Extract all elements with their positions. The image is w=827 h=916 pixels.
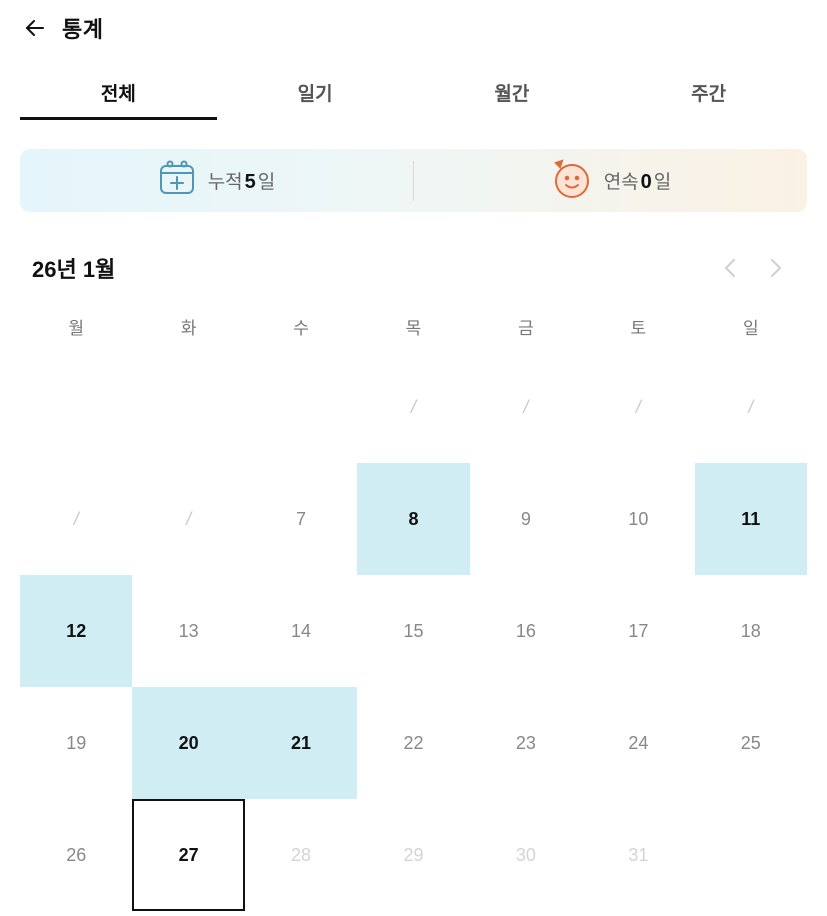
calendar-cell-empty bbox=[20, 351, 132, 463]
calendar-day[interactable]: 22 bbox=[357, 687, 469, 799]
calendar-day[interactable]: 8 bbox=[357, 463, 470, 575]
summary-card: 누적 5 일 연속 0 일 bbox=[20, 149, 807, 212]
streak-unit: 일 bbox=[653, 172, 672, 193]
arrow-left-icon[interactable] bbox=[22, 15, 48, 41]
calendar-cell-empty: / bbox=[635, 396, 641, 417]
calendar-cell-empty: / bbox=[748, 396, 754, 417]
calendar-cell-empty: / bbox=[410, 396, 416, 417]
calendar-day[interactable]: 21 bbox=[244, 687, 358, 799]
streak-value: 0 bbox=[640, 171, 652, 193]
tab-diary[interactable]: 일기 bbox=[217, 62, 414, 122]
month-nav bbox=[722, 256, 802, 280]
calendar-day[interactable]: 16 bbox=[470, 575, 582, 687]
chevron-right-icon[interactable] bbox=[768, 256, 784, 280]
app-header: 통계 bbox=[22, 8, 103, 48]
calendar-day[interactable]: 24 bbox=[582, 687, 694, 799]
calendar-day[interactable]: 14 bbox=[245, 575, 357, 687]
total-value: 5 bbox=[244, 171, 256, 193]
calendar-cell-empty bbox=[245, 351, 357, 463]
streak-label: 연속 bbox=[603, 172, 639, 193]
calendar-day[interactable]: 7 bbox=[245, 463, 357, 575]
tab-bar: 전체 일기 월간 주간 bbox=[20, 62, 807, 122]
calendar-day[interactable]: 13 bbox=[132, 575, 244, 687]
calendar-day[interactable]: 31 bbox=[582, 799, 694, 911]
weekday-label: 월 bbox=[68, 318, 85, 338]
total-unit: 일 bbox=[257, 172, 276, 193]
weekday-label: 금 bbox=[518, 318, 534, 338]
calendar-cell-empty bbox=[132, 351, 244, 463]
calendar-day[interactable]: 12 bbox=[20, 575, 133, 687]
calendar-day[interactable]: 29 bbox=[357, 799, 469, 911]
calendar-day[interactable]: 11 bbox=[694, 463, 807, 575]
calendar-cell-empty bbox=[695, 799, 807, 911]
chevron-left-icon[interactable] bbox=[722, 256, 738, 280]
weekday-header: 월화수목금토일 bbox=[20, 305, 807, 347]
calendar-day-today[interactable]: 27 bbox=[132, 799, 245, 911]
calendar-day[interactable]: 25 bbox=[695, 687, 807, 799]
calendar-cell-empty: / bbox=[523, 396, 529, 417]
calendar-cell-empty: / bbox=[73, 508, 79, 529]
calendar-day[interactable]: 23 bbox=[470, 687, 582, 799]
streak-days-stat: 연속 0 일 bbox=[414, 157, 807, 205]
month-title: 26년 1월 bbox=[32, 257, 116, 282]
calendar-cell-empty: / bbox=[186, 508, 192, 529]
tab-weekly[interactable]: 주간 bbox=[610, 62, 807, 122]
calendar-day[interactable]: 9 bbox=[470, 463, 582, 575]
calendar-day[interactable]: 10 bbox=[582, 463, 694, 575]
calendar-day[interactable]: 19 bbox=[20, 687, 132, 799]
tab-monthly[interactable]: 월간 bbox=[414, 62, 611, 122]
calendar-header: 26년 1월 bbox=[32, 248, 802, 288]
calendar-day[interactable]: 15 bbox=[357, 575, 469, 687]
calendar-day[interactable]: 18 bbox=[695, 575, 807, 687]
calendar-day[interactable]: 26 bbox=[20, 799, 132, 911]
total-days-stat: 누적 5 일 bbox=[20, 159, 413, 203]
calendar-day[interactable]: 30 bbox=[470, 799, 582, 911]
weekday-label: 화 bbox=[180, 318, 197, 338]
weekday-label: 토 bbox=[630, 318, 647, 338]
calendar-grid: / / / / //7 8 9 10 11 12 13 14 15 16 17 18 19 20 21 22 23 24 2… bbox=[20, 351, 807, 911]
total-label: 누적 bbox=[207, 172, 243, 193]
tab-all[interactable]: 전체 bbox=[20, 62, 217, 122]
page-title: 통계 bbox=[62, 17, 104, 42]
calendar-day[interactable]: 20 bbox=[132, 687, 245, 799]
weekday-label: 수 bbox=[293, 318, 309, 338]
calendar-day[interactable]: 17 bbox=[582, 575, 694, 687]
weekday-label: 목 bbox=[405, 318, 422, 338]
calendar-plus-icon bbox=[158, 159, 196, 203]
calendar-day[interactable]: 28 bbox=[245, 799, 357, 911]
weekday-label: 일 bbox=[742, 318, 759, 338]
smiley-face-icon bbox=[550, 157, 592, 205]
